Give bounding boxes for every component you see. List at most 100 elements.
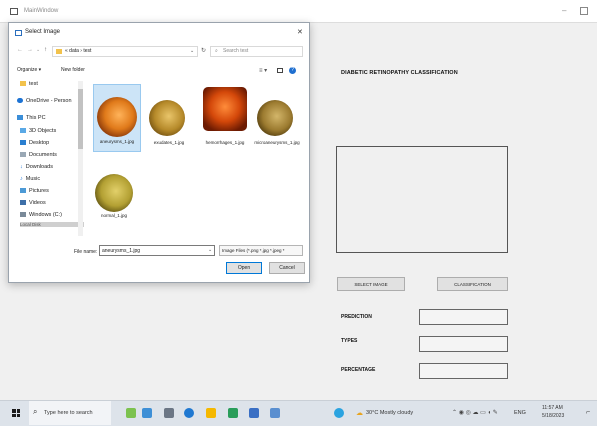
- filename-value: aneurysms_1.jpg: [102, 248, 141, 254]
- nav-documents[interactable]: Documents: [20, 152, 57, 158]
- clock-date[interactable]: 5/18/2023: [542, 413, 564, 419]
- types-label: TYPES: [341, 338, 358, 344]
- file-thumbnail[interactable]: [149, 100, 185, 136]
- computer-icon: [17, 115, 23, 121]
- file-name[interactable]: normal_1.jpg: [86, 213, 142, 219]
- file-thumbnail[interactable]: [203, 87, 247, 131]
- dialog-title: Select Image: [25, 29, 61, 35]
- address-bar[interactable]: « data › test ⌄: [52, 46, 198, 57]
- classification-button[interactable]: CLASSIFICATION: [437, 277, 508, 291]
- preview-pane-icon[interactable]: [277, 68, 283, 73]
- image-preview: [336, 146, 508, 253]
- nav-label: Videos: [29, 200, 46, 206]
- nav-downloads[interactable]: ↓ Downloads: [20, 164, 53, 170]
- nav-music[interactable]: ♪ Music: [20, 176, 40, 182]
- music-icon: ♪: [20, 176, 23, 183]
- minimize-button[interactable]: –: [562, 6, 566, 15]
- prediction-label: PREDICTION: [341, 314, 372, 320]
- file-name[interactable]: aneurysms_1.jpg: [89, 139, 145, 145]
- new-folder-button[interactable]: New folder: [61, 67, 85, 73]
- search-placeholder: Search test: [223, 48, 249, 54]
- edge-icon[interactable]: [184, 408, 194, 418]
- cube-icon: [20, 128, 26, 134]
- file-thumbnail[interactable]: [97, 97, 137, 137]
- people-icon[interactable]: [142, 408, 152, 418]
- recent-chevron-icon[interactable]: ⌄: [36, 47, 40, 53]
- clock-time[interactable]: 11:57 AM: [542, 405, 563, 411]
- file-thumbnail[interactable]: [95, 174, 133, 212]
- nav-scrollbar-thumb[interactable]: [78, 89, 83, 149]
- nav-label: Documents: [29, 152, 57, 158]
- folder-icon: [20, 81, 26, 87]
- filename-label: File name:: [74, 249, 98, 255]
- download-icon: ↓: [20, 164, 23, 171]
- nav-3d-objects[interactable]: 3D Objects: [20, 128, 56, 134]
- nav-desktop[interactable]: Desktop: [20, 140, 49, 146]
- task-view-icon[interactable]: [164, 408, 174, 418]
- nav-windows-c[interactable]: Windows (C:): [20, 212, 62, 218]
- percentage-field: [419, 363, 508, 379]
- file-thumbnail[interactable]: [257, 100, 293, 136]
- widget-icon[interactable]: [126, 408, 136, 418]
- file-name[interactable]: microaneurysms_1.jpg: [249, 140, 305, 146]
- search-icon: ⌕: [215, 48, 218, 54]
- app-icon: [10, 8, 18, 15]
- search-box[interactable]: ⌕ Search test: [210, 46, 303, 57]
- filter-value: Image Files (*.png *.jpg *.jpeg *: [222, 248, 285, 253]
- search-icon: ⌕: [33, 407, 38, 416]
- percentage-label: PERCENTAGE: [341, 367, 376, 373]
- taskbar-search-box[interactable]: ⌕ Type here to search: [29, 401, 111, 425]
- dialog-icon: [15, 30, 22, 36]
- cancel-button[interactable]: Cancel: [269, 262, 305, 274]
- nav-label: Desktop: [29, 140, 50, 146]
- nav-onedrive[interactable]: OneDrive - Person: [17, 98, 72, 104]
- open-button[interactable]: Open: [226, 262, 262, 274]
- system-tray-icons[interactable]: ⌃ ◉ ◎ ☁ ▭ ◖ ✎: [452, 409, 498, 416]
- window-title: MainWindow: [24, 8, 59, 14]
- python-idle-icon[interactable]: [270, 408, 280, 418]
- dialog-titlebar: Select Image ✕: [9, 23, 309, 43]
- weather-text[interactable]: 30°C Mostly cloudy: [366, 410, 413, 416]
- file-name[interactable]: exudates_1.jpg: [141, 140, 197, 146]
- file-explorer-icon[interactable]: [206, 408, 216, 418]
- breadcrumb: « data › test: [65, 48, 92, 54]
- back-arrow-icon[interactable]: ←: [17, 47, 23, 53]
- mail-icon[interactable]: [228, 408, 238, 418]
- close-icon[interactable]: ✕: [297, 28, 303, 36]
- view-menu-icon[interactable]: ≡ ▾: [259, 67, 267, 74]
- nav-local-disk[interactable]: Local Disk: [20, 222, 84, 227]
- nav-this-pc[interactable]: This PC: [17, 115, 46, 121]
- nav-videos[interactable]: Videos: [20, 200, 46, 206]
- chevron-down-icon[interactable]: ⌄: [208, 247, 212, 253]
- picture-icon: [20, 188, 26, 194]
- nav-label: Pictures: [29, 188, 49, 194]
- cloud-sun-icon: ☁: [356, 410, 363, 417]
- document-icon: [20, 152, 26, 158]
- drive-icon: [20, 212, 26, 218]
- up-arrow-icon[interactable]: ↑: [44, 47, 47, 53]
- address-dropdown-icon[interactable]: ⌄: [190, 48, 194, 54]
- nav-pictures[interactable]: Pictures: [20, 188, 49, 194]
- file-type-filter[interactable]: Image Files (*.png *.jpg *.jpeg *: [219, 245, 303, 256]
- organize-menu[interactable]: Organize ▾: [17, 67, 41, 73]
- notification-icon[interactable]: ⌐: [586, 409, 590, 416]
- types-field: [419, 336, 508, 352]
- nav-label: 3D Objects: [29, 128, 57, 134]
- forward-arrow-icon[interactable]: →: [27, 47, 33, 53]
- nav-scrollbar[interactable]: [78, 81, 83, 236]
- language-indicator[interactable]: ENG: [514, 410, 526, 416]
- nav-label: Downloads: [25, 164, 53, 170]
- file-name[interactable]: hemorrhages_1.jpg: [197, 140, 253, 146]
- nav-test[interactable]: test: [20, 81, 38, 87]
- windows-start-icon[interactable]: [12, 409, 20, 417]
- maximize-button[interactable]: [580, 7, 588, 15]
- filename-input[interactable]: aneurysms_1.jpg ⌄: [99, 245, 215, 256]
- select-image-button[interactable]: SELECT IMAGE: [337, 277, 405, 291]
- help-icon[interactable]: ?: [289, 67, 296, 74]
- python-icon[interactable]: [249, 408, 259, 418]
- nav-label: This PC: [26, 115, 46, 121]
- app-heading: DIABETIC RETINOPATHY CLASSIFICATION: [341, 70, 458, 76]
- select-image-dialog: Select Image ✕ ← → ⌄ ↑ « data › test ⌄ ↻…: [8, 22, 310, 283]
- refresh-icon[interactable]: ↻: [201, 47, 206, 54]
- weather-app-icon[interactable]: [334, 408, 344, 418]
